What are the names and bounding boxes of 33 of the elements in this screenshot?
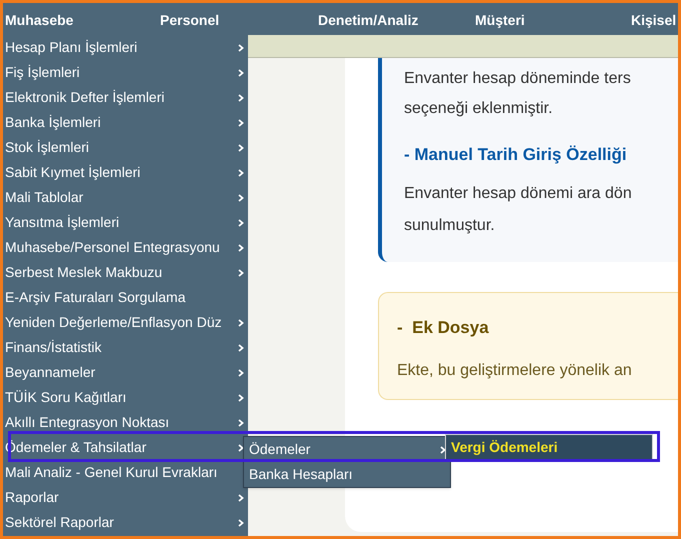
menu-item[interactable]: Beyannameler — [3, 360, 248, 385]
menu-item[interactable]: TÜİK Soru Kağıtları — [3, 385, 248, 410]
body-text: Envanter hesap döneminde ters — [404, 69, 631, 89]
body-text: sunulmuştur. — [404, 216, 495, 236]
menu-item[interactable]: Akıllı Entegrasyon Noktası — [3, 410, 248, 435]
nav-tab[interactable]: Muhasebe — [5, 10, 74, 31]
nav-tab[interactable]: Müşteri — [475, 10, 525, 31]
menu-item[interactable]: Finans/İstatistik — [3, 335, 248, 360]
menu-item[interactable]: Serbest Meslek Makbuzu — [3, 260, 248, 285]
menu-item[interactable]: Sabit Kıymet İşlemleri — [3, 160, 248, 185]
menu-item[interactable]: E-Arşiv Faturaları Sorgulama — [3, 285, 248, 310]
menu-item[interactable]: Mali Tablolar — [3, 185, 248, 210]
body-text: seçeneği eklenmiştir. — [404, 99, 553, 119]
menu-item[interactable]: Elektronik Defter İşlemleri — [3, 85, 248, 110]
section-heading: - Ek Dosya — [397, 317, 489, 339]
menu-item[interactable]: Fiş İşlemleri — [3, 60, 248, 85]
menu-item[interactable]: Banka İşlemleri — [3, 110, 248, 135]
menu-item[interactable]: Yansıtma İşlemleri — [3, 210, 248, 235]
section-heading: - Manuel Tarih Giriş Özelliği — [404, 144, 627, 166]
menu-item[interactable]: Yeniden Değerleme/Enflasyon Düz — [3, 310, 248, 335]
menu-item[interactable]: Hesap Planı İşlemleri — [3, 35, 248, 60]
nav-tab[interactable]: Denetim/Analiz — [318, 10, 418, 31]
submenu-item[interactable]: Vergi Ödemeleri — [445, 434, 653, 461]
nav-tab[interactable]: Personel — [160, 10, 220, 31]
body-text: Envanter hesap dönemi ara dön — [404, 184, 632, 204]
body-text: Ekte, bu geliştirmelere yönelik an — [397, 360, 632, 380]
menu-item[interactable]: Muhasebe/Personel Entegrasyonu — [3, 235, 248, 260]
menu-item[interactable]: Raporlar — [3, 485, 248, 510]
menu-item[interactable]: Ödemeler & Tahsilatlar — [3, 435, 248, 460]
submenu-item[interactable]: Banka Hesapları — [244, 462, 450, 487]
menu-item[interactable]: Sektörel Raporlar — [3, 510, 248, 535]
menu-item[interactable]: Stok İşlemleri — [3, 135, 248, 160]
nav-tab[interactable]: Kişisel — [631, 10, 676, 31]
